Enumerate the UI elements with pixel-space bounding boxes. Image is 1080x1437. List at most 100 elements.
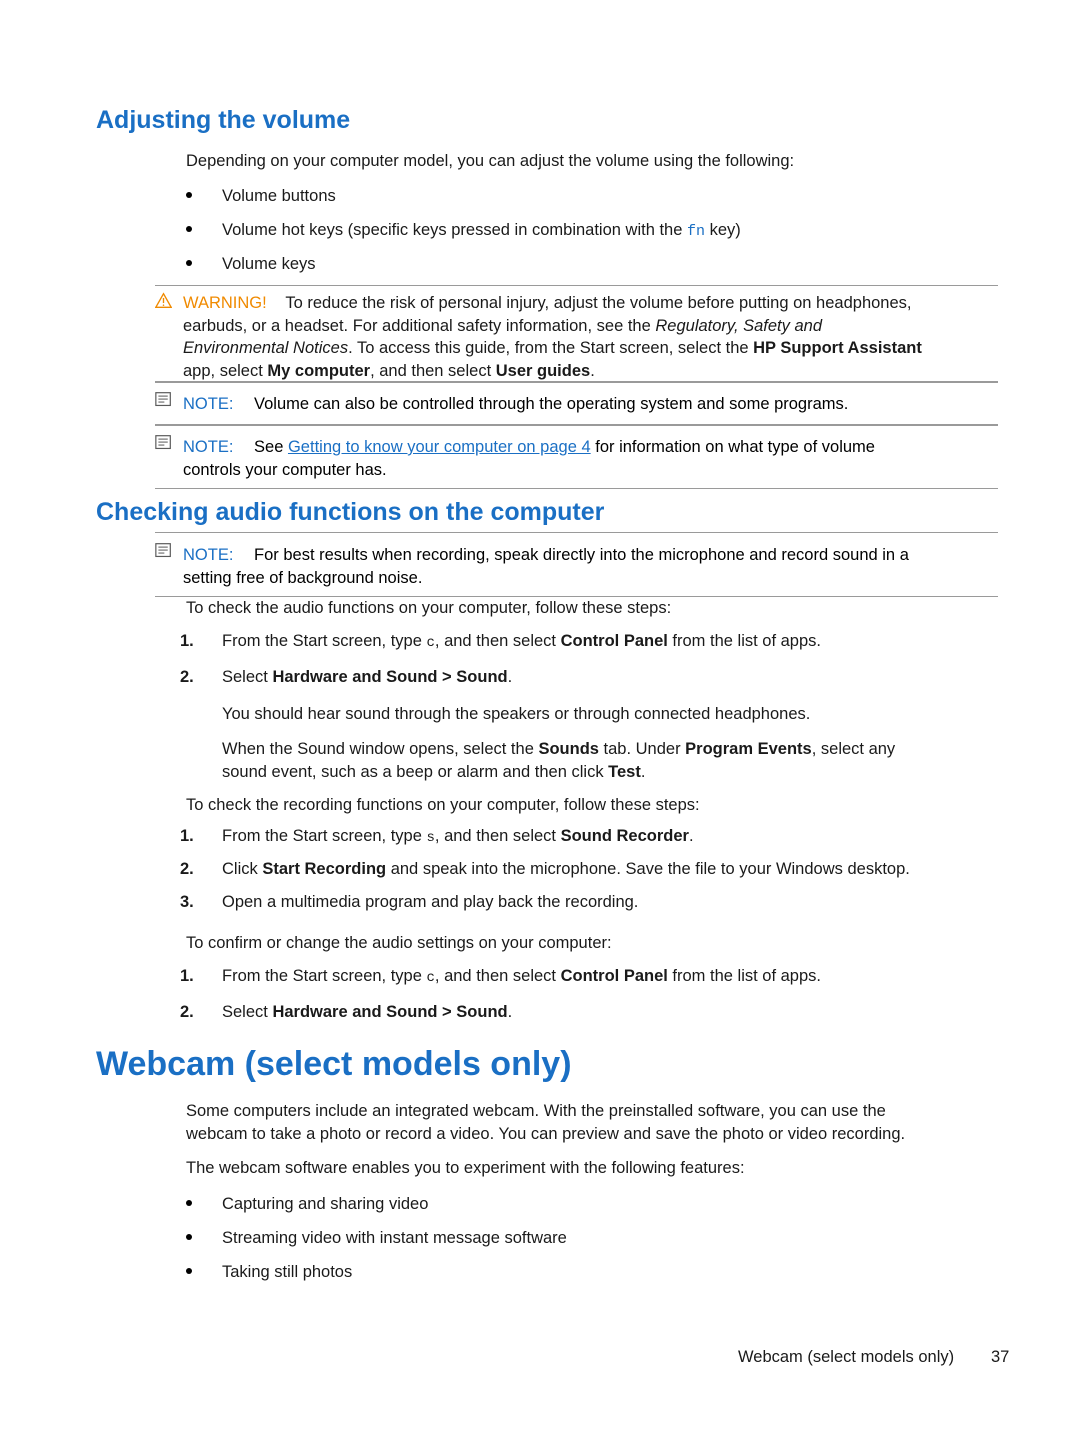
page-number: 37 bbox=[991, 1348, 1010, 1366]
audio-sounds-paragraph: When the Sound window opens, select the … bbox=[222, 738, 1022, 784]
audio-result-paragraph: You should hear sound through the speake… bbox=[222, 705, 811, 723]
list-item: Volume buttons bbox=[186, 185, 1022, 208]
list-item: 1. From the Start screen, type c, and th… bbox=[180, 967, 1020, 1003]
step-bold: Hardware and Sound > Sound bbox=[272, 1003, 508, 1021]
list-item-number: 1. bbox=[180, 827, 194, 845]
p-e: , select any bbox=[811, 740, 896, 758]
warning-line2b: Regulatory, Safety and bbox=[655, 316, 823, 335]
note-icon bbox=[155, 543, 171, 558]
warning-line3b: . To access this guide, from the Start s… bbox=[348, 339, 754, 357]
warning-line4e: . bbox=[590, 361, 595, 380]
step-text-mid: , and then select bbox=[434, 827, 561, 845]
step-text-post: and speak into the microphone. Save the … bbox=[386, 860, 910, 878]
step-command: s bbox=[426, 830, 435, 846]
list-item-text-post: key) bbox=[705, 221, 741, 239]
list-item-text-pre: Volume hot keys (specific keys pressed i… bbox=[222, 221, 687, 239]
p-line2a: sound event, such as a beep or alarm and… bbox=[222, 763, 609, 781]
warning-line4b: My computer bbox=[267, 361, 371, 380]
p-c: tab. Under bbox=[598, 740, 686, 758]
warning-line3a: Environmental Notices bbox=[183, 339, 349, 357]
bullet-icon bbox=[186, 260, 192, 266]
list-item-number: 3. bbox=[180, 893, 194, 911]
note-label: NOTE: bbox=[183, 395, 234, 413]
list-item-label: Capturing and sharing video bbox=[222, 1195, 429, 1213]
p-d: Program Events bbox=[685, 740, 812, 758]
intro-paragraph: Depending on your computer model, you ca… bbox=[186, 152, 795, 170]
step-text-pre: From the Start screen, type bbox=[222, 632, 427, 650]
ordered-list-confirm: 1. From the Start screen, type c, and th… bbox=[180, 967, 1020, 1039]
page-title-adjusting-volume: Adjusting the volume bbox=[96, 106, 351, 134]
audio-check-intro: To check the audio functions on your com… bbox=[186, 599, 672, 617]
list-item-number: 1. bbox=[180, 967, 194, 985]
step-command: c bbox=[426, 970, 435, 986]
step-text-post: . bbox=[507, 668, 513, 686]
warning-line4c: , and then select bbox=[370, 361, 496, 380]
list-item: 2. Select Hardware and Sound > Sound. bbox=[180, 1003, 1020, 1039]
list-item: Volume keys bbox=[186, 253, 1022, 276]
note-icon bbox=[155, 435, 171, 450]
warning-label: WARNING! bbox=[183, 294, 267, 312]
fn-key-label: fn bbox=[686, 223, 705, 240]
list-item-number: 2. bbox=[180, 1003, 194, 1021]
p-line2b: Test bbox=[608, 763, 641, 781]
section-title-checking-audio: Checking audio functions on the computer bbox=[96, 498, 605, 526]
list-item-label: Taking still photos bbox=[222, 1263, 353, 1281]
document-page: Adjusting the volume Depending on your c… bbox=[0, 0, 1080, 1437]
chapter-title-webcam: Webcam (select models only) bbox=[96, 1045, 572, 1083]
list-item: 3. Open a multimedia program and play ba… bbox=[180, 893, 1020, 926]
ordered-list-audio: 1. From the Start screen, type c, and th… bbox=[180, 632, 1010, 704]
warning-line3c: HP Support Assistant bbox=[753, 339, 922, 357]
ordered-list-recording: 1. From the Start screen, type s, and th… bbox=[180, 827, 1020, 926]
warning-icon bbox=[155, 292, 172, 308]
step-text-pre: Select bbox=[222, 668, 273, 686]
step-bold: Control Panel bbox=[560, 632, 668, 650]
note-block-2: NOTE: See Getting to know your computer … bbox=[155, 424, 998, 489]
webcam-paragraph-2: The webcam software enables you to exper… bbox=[186, 1159, 745, 1177]
warning-line4a: app, select bbox=[183, 361, 268, 380]
footer-section-label: Webcam (select models only) bbox=[738, 1348, 955, 1366]
webcam-p1-line2: webcam to take a photo or record a video… bbox=[186, 1125, 906, 1143]
confirm-settings-intro: To confirm or change the audio settings … bbox=[186, 934, 612, 952]
step-bold: Control Panel bbox=[560, 967, 668, 985]
note-label: NOTE: bbox=[183, 546, 234, 564]
p-b: Sounds bbox=[538, 740, 599, 758]
step-text-pre: Click bbox=[222, 860, 263, 878]
step-bold: Start Recording bbox=[262, 860, 387, 878]
step-text-pre: Select bbox=[222, 1003, 273, 1021]
list-item-number: 2. bbox=[180, 668, 194, 686]
cross-reference-link[interactable]: Getting to know your computer on page 4 bbox=[288, 438, 591, 456]
list-item-number: 2. bbox=[180, 860, 194, 878]
list-item: Volume hot keys (specific keys pressed i… bbox=[186, 219, 1022, 243]
p-line2c: . bbox=[640, 763, 646, 781]
list-item: Capturing and sharing video bbox=[186, 1193, 1022, 1216]
warning-block: WARNING! To reduce the risk of personal … bbox=[155, 285, 998, 383]
bullet-icon bbox=[186, 1268, 192, 1274]
note-block-1: NOTE: Volume can also be controlled thro… bbox=[155, 381, 998, 426]
step-text-mid: , and then select bbox=[434, 632, 561, 650]
list-item-number: 1. bbox=[180, 632, 194, 650]
step-text-mid: , and then select bbox=[434, 967, 561, 985]
bullet-icon bbox=[186, 1200, 192, 1206]
step-text-pre: From the Start screen, type bbox=[222, 827, 427, 845]
step-text-post: from the list of apps. bbox=[667, 967, 821, 985]
step-text-post: . bbox=[688, 827, 694, 845]
note-text-line2: setting free of background noise. bbox=[183, 569, 423, 587]
list-item: 1. From the Start screen, type s, and th… bbox=[180, 827, 1020, 860]
step-text-post: from the list of apps. bbox=[667, 632, 821, 650]
step-text-pre: Open a multimedia program and play back … bbox=[222, 893, 639, 911]
webcam-p1-line1: Some computers include an integrated web… bbox=[186, 1102, 886, 1120]
list-item: 2. Select Hardware and Sound > Sound. bbox=[180, 668, 1010, 704]
note-icon bbox=[155, 392, 171, 407]
warning-line1: To reduce the risk of personal injury, a… bbox=[285, 294, 912, 312]
bullet-icon bbox=[186, 1234, 192, 1240]
list-item: Taking still photos bbox=[186, 1261, 1022, 1284]
list-item-label: Streaming video with instant message sof… bbox=[222, 1229, 567, 1247]
list-item: 1. From the Start screen, type c, and th… bbox=[180, 632, 1010, 668]
note-block-3: NOTE: For best results when recording, s… bbox=[155, 532, 998, 597]
step-text-pre: From the Start screen, type bbox=[222, 967, 427, 985]
note-text-line2: controls your computer has. bbox=[183, 461, 387, 479]
note-text: Volume can also be controlled through th… bbox=[254, 395, 849, 413]
list-item-label: Volume buttons bbox=[222, 187, 336, 205]
step-text-post: . bbox=[507, 1003, 513, 1021]
webcam-paragraph-1: Some computers include an integrated web… bbox=[186, 1100, 1016, 1146]
